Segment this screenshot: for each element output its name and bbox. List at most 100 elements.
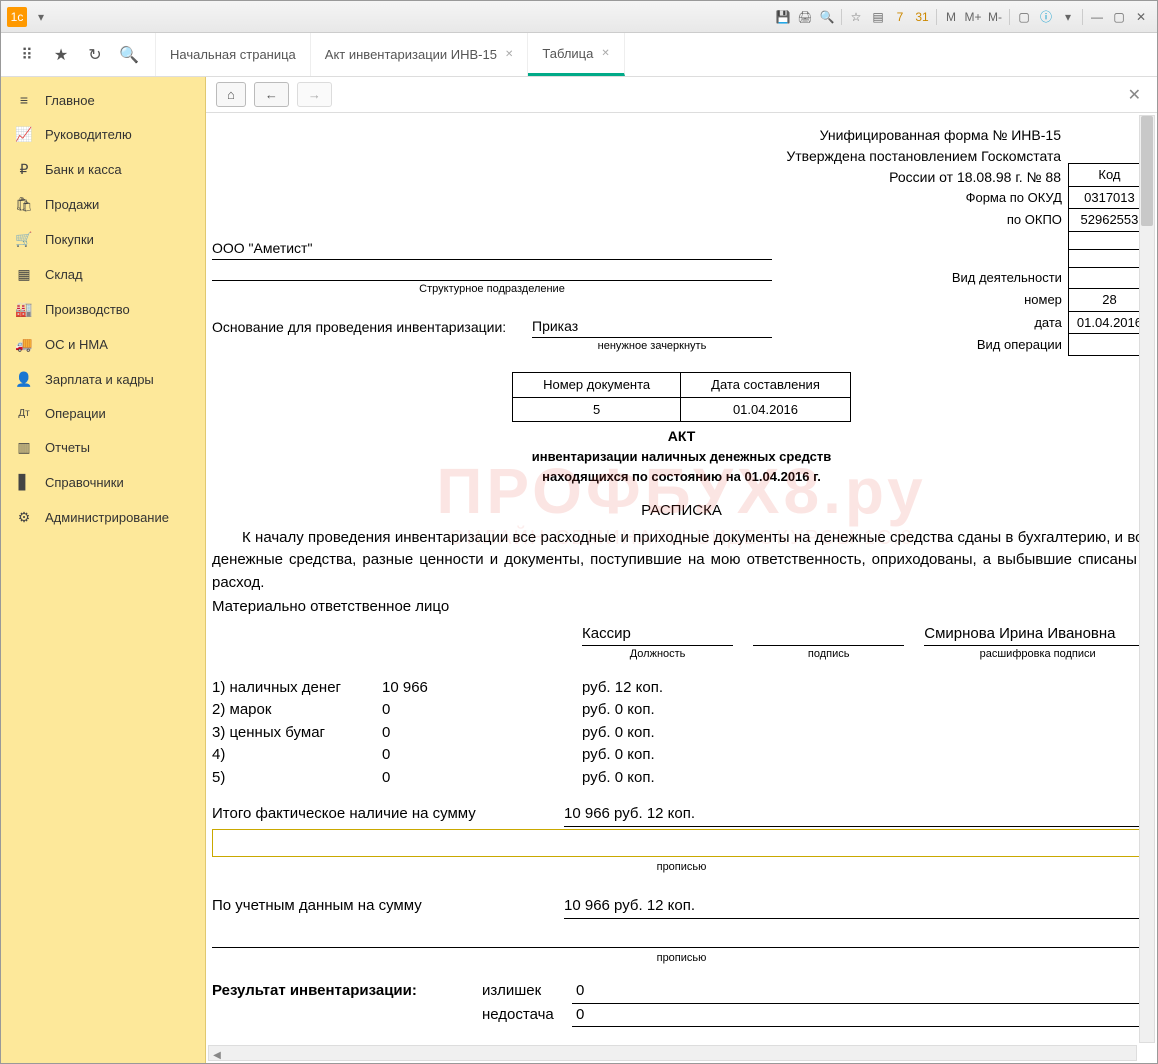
tab-home[interactable]: Начальная страница: [156, 33, 311, 76]
tab-label: Начальная страница: [170, 47, 296, 62]
close-doc-icon[interactable]: ✕: [1122, 85, 1147, 105]
sig-labels: Должность подпись расшифровка подписи: [212, 646, 1151, 663]
sidebar-item-hr[interactable]: 👤Зарплата и кадры: [1, 362, 205, 397]
info-icon[interactable]: ⓘ: [1036, 7, 1056, 27]
uchet-value: 10 966 руб. 12 коп.: [564, 895, 1151, 919]
back-button[interactable]: ←: [254, 82, 289, 107]
save-icon[interactable]: 💾: [773, 7, 793, 27]
akt-sub1: инвентаризации наличных денежных средств: [212, 447, 1151, 467]
fav-icon[interactable]: ★: [51, 45, 71, 65]
close-icon[interactable]: ✕: [505, 49, 513, 60]
sidebar-item-main[interactable]: ≡Главное: [1, 83, 205, 117]
vid-deyat-label: Вид деятельности: [944, 267, 1069, 289]
form-header-line: Унифицированная форма № ИНВ-15: [212, 125, 1061, 146]
book-icon[interactable]: ▤: [868, 7, 888, 27]
truck-icon: 🚚: [15, 336, 33, 353]
chart-icon: 📈: [15, 126, 33, 143]
docdate-hdr: Дата составления: [681, 373, 851, 398]
cal7-icon[interactable]: 7: [890, 7, 910, 27]
doc-num-table: Номер документаДата составления 501.04.2…: [512, 372, 851, 422]
panel-icon[interactable]: ▢: [1014, 7, 1034, 27]
scrollbar-horizontal[interactable]: ◀: [208, 1045, 1137, 1061]
history-icon[interactable]: ↻: [85, 45, 105, 65]
dt-icon: Дт: [15, 408, 33, 419]
total-value: 10 966 руб. 12 коп.: [564, 803, 1151, 827]
ned-value: 0: [572, 1004, 1151, 1028]
close-icon[interactable]: ✕: [601, 48, 609, 59]
mplus-icon[interactable]: M+: [963, 7, 983, 27]
fio: Смирнова Ирина Ивановна: [924, 623, 1151, 647]
basis-value: Приказ: [532, 316, 772, 338]
apps-icon[interactable]: ⠿: [17, 45, 37, 65]
selected-row[interactable]: [212, 829, 1151, 857]
tabs: Начальная страница Акт инвентаризации ИН…: [156, 33, 625, 76]
okpo-label: по ОКПО: [944, 209, 1069, 232]
close-button[interactable]: ✕: [1131, 7, 1151, 27]
bag-icon: 🛍: [15, 196, 33, 213]
sidebar-item-sales[interactable]: 🛍 Продажи: [1, 187, 205, 222]
dolzhnost: Кассир: [582, 623, 733, 647]
sidebar-item-label: Продажи: [45, 197, 99, 212]
search-icon[interactable]: 🔍: [119, 45, 139, 65]
app-icon[interactable]: 1c: [7, 7, 27, 27]
izl-value: 0: [572, 980, 1151, 1004]
tab-table[interactable]: Таблица✕: [528, 33, 624, 76]
raspiska: РАСПИСКА: [212, 500, 1151, 523]
sidebar-item-bank[interactable]: ₽Банк и касса: [1, 152, 205, 187]
preview-icon[interactable]: 🔍: [817, 7, 837, 27]
mminus-icon[interactable]: M-: [985, 7, 1005, 27]
m-icon[interactable]: M: [941, 7, 961, 27]
scrollbar-vertical[interactable]: [1139, 115, 1155, 1043]
person-icon: 👤: [15, 371, 33, 388]
money-row: 3) ценных бумаг0руб. 0 коп.: [212, 722, 1151, 745]
menu-icon: ≡: [15, 92, 33, 108]
home-button[interactable]: ⌂: [216, 82, 246, 107]
bars-icon: ▥: [15, 439, 33, 456]
sidebar-item-assets[interactable]: 🚚ОС и НМА: [1, 327, 205, 362]
basis-hint: ненужное зачеркнуть: [532, 338, 772, 355]
money-row: 1) наличных денег10 966руб. 12 коп.: [212, 677, 1151, 700]
minimize-button[interactable]: —: [1087, 7, 1107, 27]
tabs-row: ⠿ ★ ↻ 🔍 Начальная страница Акт инвентари…: [1, 33, 1157, 77]
print-icon[interactable]: 🖨: [795, 7, 815, 27]
uchet-row: По учетным данным на сумму 10 966 руб. 1…: [212, 895, 1151, 919]
sidebar-item-label: Производство: [45, 302, 130, 317]
propis-label: прописью: [212, 950, 1151, 967]
list-icon: ▋: [15, 474, 33, 491]
propis-label: прописью: [212, 859, 1151, 876]
doc-scroll[interactable]: ПРОФБУХ8.ру ОНЛАЙН-СЕМИНАРЫ ВИДЕОКУРСЫ 1…: [206, 113, 1157, 1063]
sidebar-item-purchases[interactable]: 🛒Покупки: [1, 222, 205, 257]
maximize-button[interactable]: ▢: [1109, 7, 1129, 27]
form-header-line: Утверждена постановлением Госкомстата: [212, 146, 1061, 167]
sidebar-item-operations[interactable]: ДтОперации: [1, 397, 205, 430]
sidebar-item-label: Справочники: [45, 475, 124, 490]
scrollbar-thumb[interactable]: [1141, 116, 1153, 226]
docnum-hdr: Номер документа: [513, 373, 681, 398]
separator: [1082, 9, 1083, 25]
cal31-icon[interactable]: 31: [912, 7, 932, 27]
code-table: Код Форма по ОКУД0317013 по ОКПО52962553…: [944, 163, 1151, 356]
sidebar-item-production[interactable]: 🏭 Производство: [1, 292, 205, 327]
gear-icon: ⚙: [15, 509, 33, 526]
akt-title: АКТ: [212, 426, 1151, 447]
mol-label: Материально ответственное лицо: [212, 596, 1151, 619]
forward-button[interactable]: →: [297, 82, 332, 107]
money-row: 4)0руб. 0 коп.: [212, 744, 1151, 767]
tab-inv15[interactable]: Акт инвентаризации ИНВ-15✕: [311, 33, 529, 76]
doc-toolbar: ⌂ ← → ✕: [206, 77, 1157, 113]
separator: [1009, 9, 1010, 25]
sidebar-item-refs[interactable]: ▋ Справочники: [1, 465, 205, 500]
star-icon[interactable]: ☆: [846, 7, 866, 27]
nomer-label: номер: [944, 289, 1069, 312]
total-row: Итого фактическое наличие на сумму 10 96…: [212, 803, 1151, 827]
result-label: Результат инвентаризации:: [212, 980, 482, 1004]
basis-label: Основание для проведения инвентаризации:: [212, 317, 532, 338]
sidebar-item-admin[interactable]: ⚙Администрирование: [1, 500, 205, 535]
factory-icon: 🏭: [15, 301, 33, 318]
dropdown-icon[interactable]: ▾: [31, 7, 51, 27]
sidebar-item-manager[interactable]: 📈Руководителю: [1, 117, 205, 152]
info-dd-icon[interactable]: ▾: [1058, 7, 1078, 27]
scroll-left-icon[interactable]: ◀: [209, 1048, 225, 1064]
sidebar-item-reports[interactable]: ▥Отчеты: [1, 430, 205, 465]
sidebar-item-warehouse[interactable]: ▦Склад: [1, 257, 205, 292]
